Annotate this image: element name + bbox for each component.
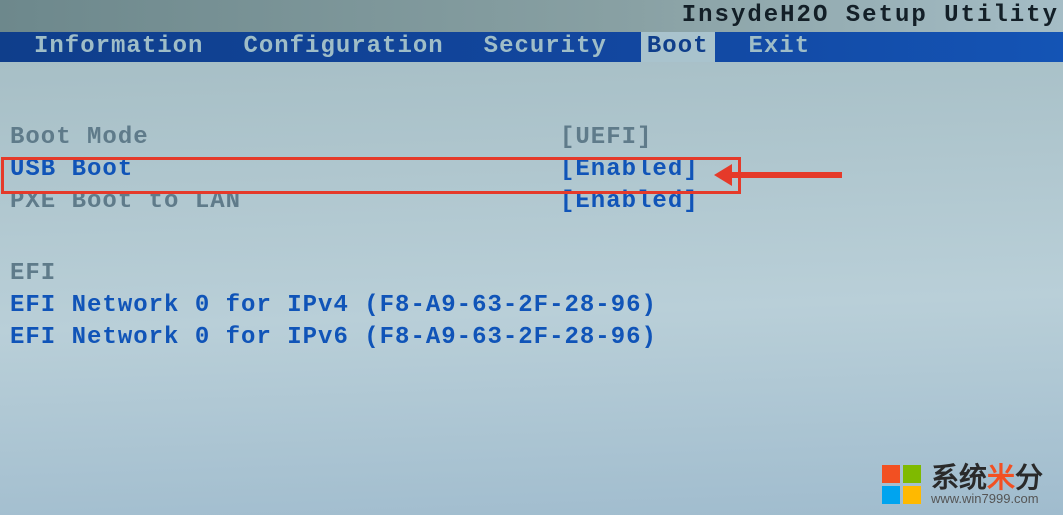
efi-entry-ipv6[interactable]: EFI Network 0 for IPv6 (F8-A9-63-2F-28-9… bbox=[0, 322, 657, 354]
windows-logo-icon bbox=[882, 465, 921, 504]
watermark-url: www.win7999.com bbox=[931, 492, 1043, 505]
setting-boot-mode[interactable]: Boot Mode [UEFI] bbox=[0, 122, 1063, 154]
efi-section: EFI EFI Network 0 for IPv4 (F8-A9-63-2F-… bbox=[0, 258, 1063, 354]
bios-screen: InsydeH2O Setup Utility Information Conf… bbox=[0, 0, 1063, 515]
efi-heading: EFI bbox=[0, 258, 560, 290]
setting-usb-boot[interactable]: USB Boot [Enabled] bbox=[0, 154, 1063, 186]
menu-bar: Information Configuration Security Boot … bbox=[0, 32, 1063, 62]
usb-boot-label: USB Boot bbox=[0, 154, 560, 186]
usb-boot-value: [Enabled] bbox=[560, 154, 699, 186]
efi-entry-ipv4[interactable]: EFI Network 0 for IPv4 (F8-A9-63-2F-28-9… bbox=[0, 290, 657, 322]
menu-boot[interactable]: Boot bbox=[641, 32, 715, 62]
watermark-brand-a: 系统 bbox=[931, 462, 987, 493]
watermark-brand-b: 分 bbox=[1015, 462, 1043, 493]
boot-mode-value: [UEFI] bbox=[560, 122, 652, 154]
menu-exit[interactable]: Exit bbox=[743, 32, 817, 62]
boot-page: Boot Mode [UEFI] USB Boot [Enabled] PXE … bbox=[0, 62, 1063, 515]
watermark-star: 米 bbox=[987, 462, 1015, 493]
boot-mode-label: Boot Mode bbox=[0, 122, 560, 154]
menu-information[interactable]: Information bbox=[28, 32, 209, 62]
watermark: 系统米分 www.win7999.com bbox=[882, 464, 1043, 505]
pxe-boot-label: PXE Boot to LAN bbox=[0, 186, 560, 218]
utility-title: InsydeH2O Setup Utility bbox=[0, 0, 1063, 32]
setting-pxe-boot[interactable]: PXE Boot to LAN [Enabled] bbox=[0, 186, 1063, 218]
pxe-boot-value: [Enabled] bbox=[560, 186, 699, 218]
menu-security[interactable]: Security bbox=[478, 32, 613, 62]
menu-configuration[interactable]: Configuration bbox=[237, 32, 449, 62]
